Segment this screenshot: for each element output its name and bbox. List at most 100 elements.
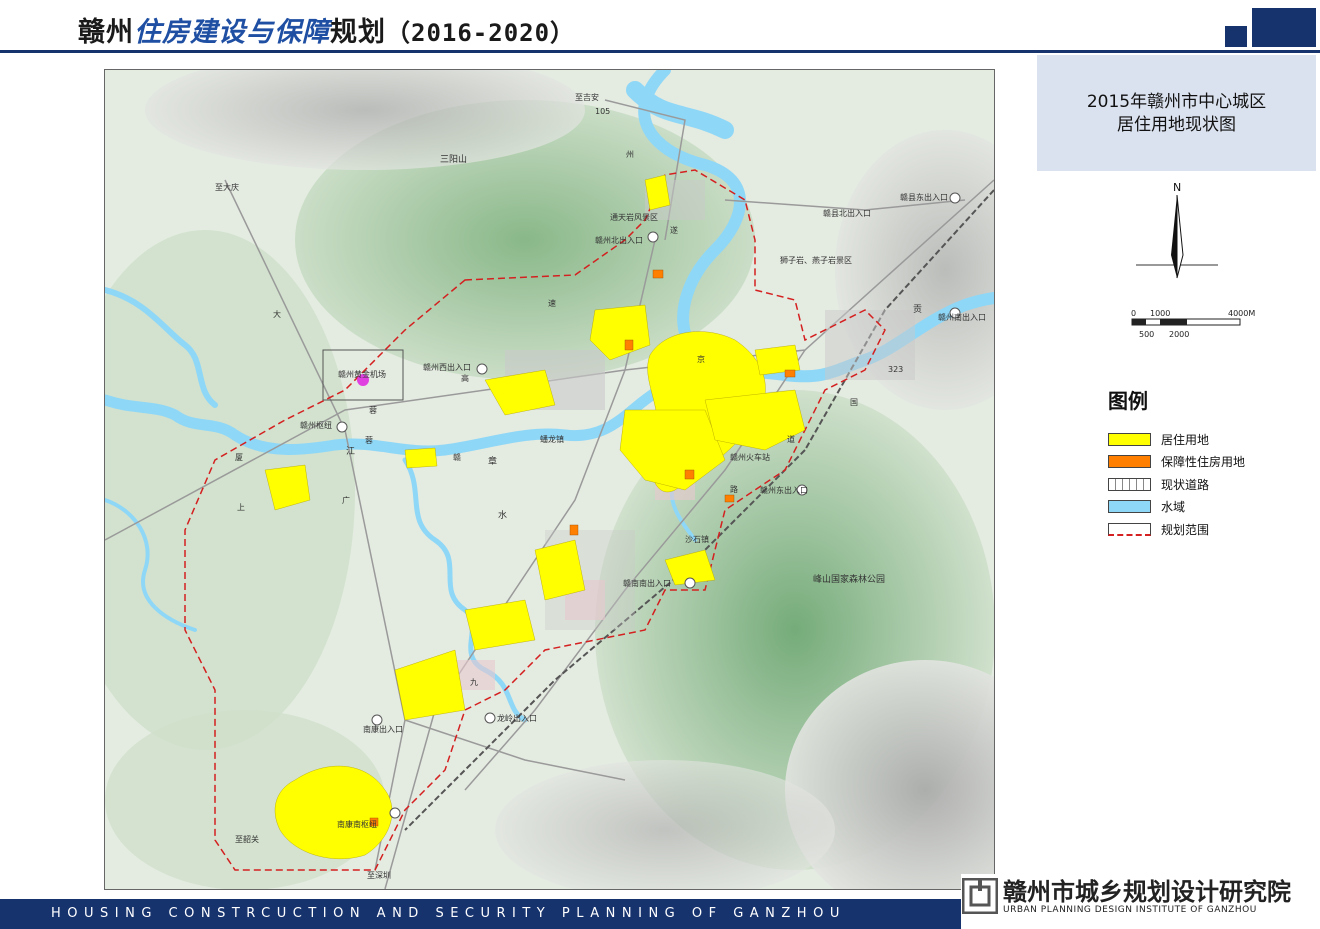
legend-title: 图例 — [1108, 389, 1148, 413]
scale-label-4000m: 4000M — [1228, 309, 1255, 318]
map-label-jing: 京 — [697, 354, 705, 364]
scale-label-0: 0 — [1131, 309, 1136, 318]
affordable-4 — [724, 494, 735, 503]
map-label-rong: 蓉 — [369, 405, 377, 415]
institute-name-en: URBAN PLANNING DESIGN INSTITUTE OF GANZH… — [1003, 905, 1257, 915]
header: 赣州住房建设与保障规划（2016-2020） — [0, 0, 1320, 53]
map-label-rong-2: 蓉 — [365, 435, 373, 445]
interchange-nankang — [371, 714, 383, 726]
map-label-gao: 高 — [461, 373, 469, 383]
legend-swatch-roads — [1108, 477, 1151, 491]
map-label-ganzhou-west-exit: 赣州西出入口 — [423, 362, 471, 372]
map-label-ganzhou-south-exit: 赣州南出入口 — [938, 312, 986, 322]
legend-swatch-affordable — [1108, 455, 1151, 469]
legend-item-boundary: 规划范围 — [1108, 518, 1308, 541]
scale-bar-seg-1 — [1132, 319, 1146, 325]
map-label-ganzhou-hub: 赣州枢纽 — [300, 420, 332, 430]
map-label-longling-exit: 龙岭出入口 — [497, 713, 537, 723]
map-title-panel: 2015年赣州市中心城区 居住用地现状图 — [1037, 55, 1316, 171]
map-label-sanyang-mountain: 三阳山 — [440, 154, 467, 165]
map-label-airport: 赣州黄金机场 — [338, 369, 386, 379]
legend-swatch-boundary — [1108, 522, 1151, 536]
map-label-shui: 水 — [498, 509, 507, 521]
legend-label-residential: 居住用地 — [1161, 432, 1210, 447]
title-suffix: 规划 — [330, 17, 386, 48]
legend: 图例 居住用地 保障性住房用地 现状道路 水域 规划范围 — [1108, 385, 1308, 541]
map-label-zhang: 章 — [488, 455, 497, 467]
legend-label-roads: 现状道路 — [1161, 477, 1210, 492]
title-highlight: 住房建设与保障 — [134, 17, 330, 48]
footer-tagline: HOUSING CONSTRCUCTION AND SECURITY PLANN… — [51, 906, 846, 921]
map-title-line-2: 居住用地现状图 — [1117, 115, 1236, 135]
map-label-ganxian-east-exit: 赣县东出入口 — [900, 192, 948, 202]
interchange-hub — [336, 421, 348, 433]
map-label-zhou: 州 — [626, 150, 634, 159]
map-label-gong: 贡 — [913, 304, 922, 315]
map-label-jiu: 九 — [470, 678, 478, 687]
map-label-to-shenzhen: 至深圳 — [367, 870, 391, 880]
title-prefix: 赣州 — [78, 17, 134, 48]
affordable-2 — [624, 339, 634, 351]
map-label-to-jian: 至吉安 — [575, 92, 599, 102]
interchange-south — [684, 577, 696, 589]
map-label-fengshan-forest-park: 峰山国家森林公园 — [813, 573, 885, 585]
north-arrow: N — [1130, 180, 1250, 290]
map-label-dao: 道 — [787, 434, 795, 444]
affordable-1 — [652, 269, 664, 279]
map-label-shashi-town: 沙石镇 — [685, 534, 709, 544]
map-label-lu: 路 — [730, 484, 738, 494]
institute-logo-icon — [962, 878, 998, 914]
map-viewport[interactable]: 至吉安 105 三阳山 至大庆 通天岩风景区 赣州北出入口 赣县北出入口 赣县东… — [104, 69, 995, 890]
map-label-tongtianyan: 通天岩风景区 — [610, 212, 658, 222]
map-label-shang: 上 — [237, 503, 245, 512]
affordable-3 — [569, 524, 579, 536]
map-title: 2015年赣州市中心城区 居住用地现状图 — [1037, 91, 1316, 137]
affordable-5 — [784, 369, 796, 378]
legend-item-affordable: 保障性住房用地 — [1108, 451, 1308, 474]
north-arrow-needle-light — [1176, 194, 1184, 279]
map-label-ganzhou-east-exit: 赣州东出入口 — [760, 485, 808, 495]
map-label-jiang: 江 — [346, 446, 355, 457]
legend-item-water: 水域 — [1108, 496, 1308, 519]
interchange-longling — [484, 712, 496, 724]
map-label-gd105: 105 — [595, 107, 610, 116]
map-label-nankang-exit: 南康出入口 — [363, 724, 403, 734]
interchange-nankang-south — [389, 807, 401, 819]
map-canvas[interactable]: 至吉安 105 三阳山 至大庆 通天岩风景区 赣州北出入口 赣县北出入口 赣县东… — [105, 70, 994, 889]
legend-swatch-residential — [1108, 432, 1151, 446]
map-label-gd323: 323 — [888, 365, 903, 374]
interchange-ganxian-north — [949, 192, 961, 204]
map-label-shiziyan: 狮子岩、燕子岩景区 — [780, 255, 852, 265]
residential-river-west — [404, 447, 438, 469]
institute-name: 赣州市城乡规划设计研究院 — [1003, 877, 1291, 906]
interchange-north — [647, 231, 659, 243]
map-label-gannan-south-exit: 赣南南出入口 — [623, 578, 671, 588]
north-arrow-label: N — [1173, 181, 1181, 194]
scale-label-2000: 2000 — [1169, 330, 1189, 339]
legend-swatch-water — [1108, 500, 1151, 514]
map-label-ganzhou-north-exit: 赣州北出入口 — [595, 235, 643, 245]
interchange-west — [476, 363, 488, 375]
legend-item-roads: 现状道路 — [1108, 473, 1308, 496]
map-label-guang: 广 — [342, 495, 350, 505]
map-label-railway-station: 赣州火车站 — [730, 452, 770, 462]
legend-label-boundary: 规划范围 — [1161, 522, 1210, 537]
legend-label-water: 水域 — [1161, 500, 1186, 515]
scale-bar: 0 1000 4000M 500 2000 — [1125, 306, 1265, 342]
map-label-da: 大 — [273, 309, 281, 319]
scale-label-1000: 1000 — [1150, 309, 1170, 318]
map-label-sui: 遂 — [670, 225, 678, 235]
header-rule — [0, 50, 1320, 53]
legend-label-affordable: 保障性住房用地 — [1161, 455, 1246, 470]
legend-item-residential: 居住用地 — [1108, 428, 1308, 451]
page-title: 赣州住房建设与保障规划（2016-2020） — [78, 10, 575, 49]
map-label-xia: 厦 — [235, 453, 243, 462]
title-years: （2016-2020） — [386, 19, 576, 47]
affordable-7 — [684, 469, 695, 480]
map-label-to-shaoguan: 至韶关 — [235, 834, 259, 844]
header-square-small — [1225, 26, 1247, 47]
scale-bar-seg-2 — [1160, 319, 1187, 325]
map-label-su: 速 — [548, 299, 556, 308]
header-square-large — [1252, 8, 1316, 47]
map-label-guo: 国 — [850, 398, 858, 407]
